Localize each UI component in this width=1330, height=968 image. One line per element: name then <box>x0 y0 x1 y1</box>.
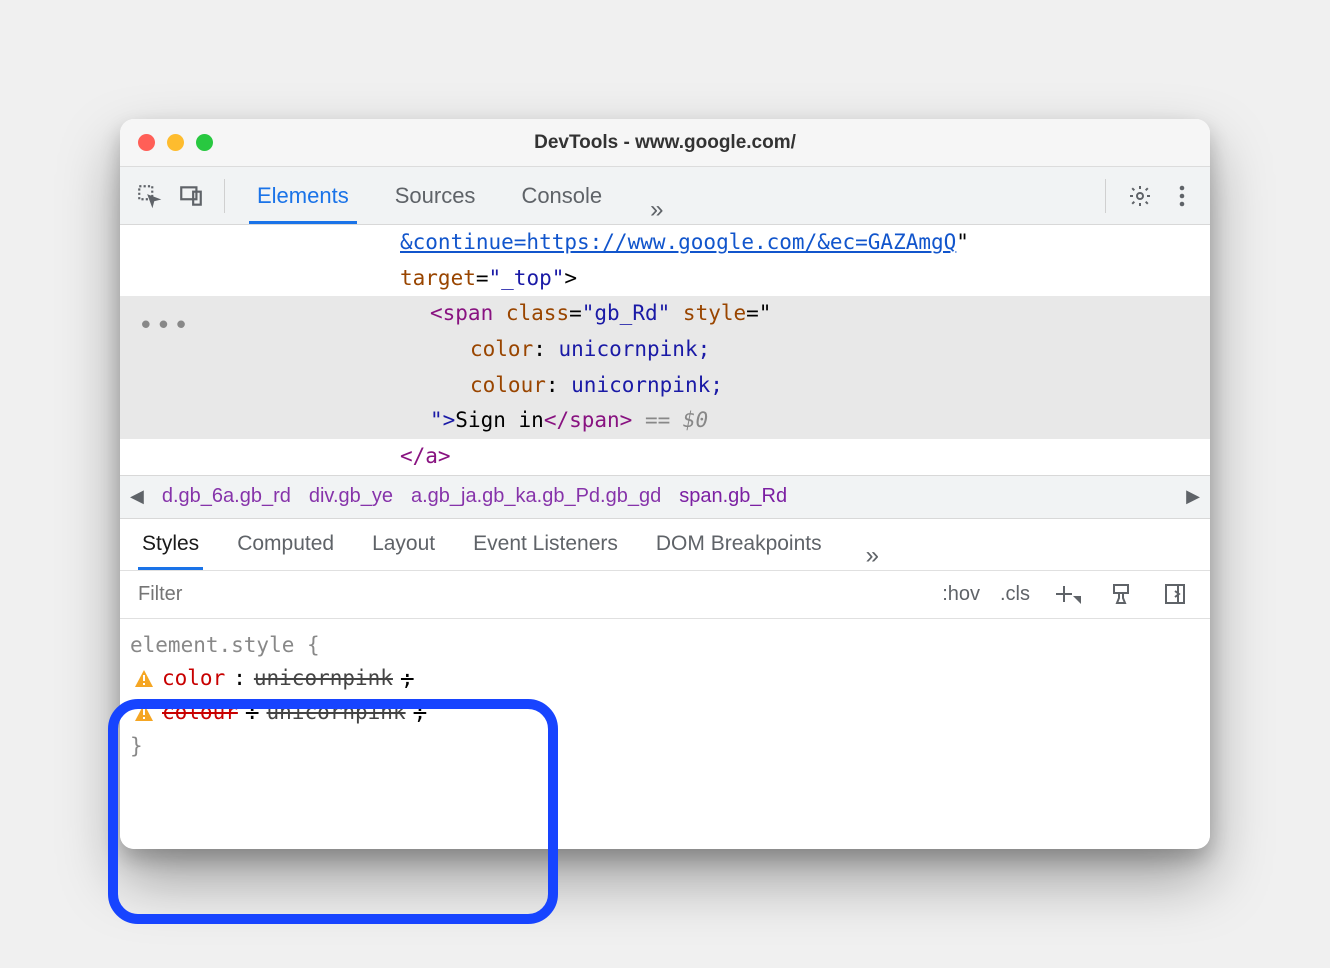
warning-icon <box>134 703 154 723</box>
filter-input[interactable] <box>138 583 298 606</box>
close-window-button[interactable] <box>138 134 155 151</box>
style-selector[interactable]: element.style { <box>130 629 1200 663</box>
more-tabs-icon[interactable]: » <box>650 196 659 224</box>
breadcrumb-right-arrow-icon[interactable]: ▶ <box>1186 486 1200 507</box>
style-close: "> <box>430 408 455 432</box>
kebab-menu-icon[interactable] <box>1168 182 1196 210</box>
style-row-1[interactable]: colour: unicornpink; <box>130 696 1200 730</box>
breadcrumb-item-2[interactable]: a.gb_ja.gb_ka.gb_Pd.gb_gd <box>411 485 661 508</box>
dom-line-url[interactable]: &continue=https://www.google.com/&ec=GAZ… <box>120 225 1210 261</box>
prop-val-0: unicornpink <box>254 662 393 696</box>
tab-elements[interactable]: Elements <box>249 167 357 224</box>
breadcrumb-item-1[interactable]: div.gb_ye <box>309 485 393 508</box>
attr-style-open: =" <box>746 301 771 325</box>
traffic-lights <box>138 134 213 151</box>
toolbar-divider <box>224 179 225 213</box>
tab-console[interactable]: Console <box>513 167 610 224</box>
window-titlebar: DevTools - www.google.com/ <box>120 119 1210 167</box>
style-val-2: unicornpink; <box>571 373 723 397</box>
prop-name-0: color <box>162 662 225 696</box>
style-prop-colour: colour <box>470 373 546 397</box>
styles-body[interactable]: element.style { color: unicornpink; colo… <box>120 619 1210 849</box>
attr-target: target <box>400 266 476 290</box>
dom-text-content: Sign in <box>455 408 544 432</box>
dom-span-text-close[interactable]: ">Sign in</span> == $0 <box>120 403 1210 439</box>
subtab-styles[interactable]: Styles <box>138 519 203 570</box>
tag-span-close: </span> <box>544 408 633 432</box>
dom-a-close[interactable]: </a> <box>120 439 1210 475</box>
devtools-window: DevTools - www.google.com/ Elements Sour… <box>120 119 1210 849</box>
new-style-rule-icon[interactable] <box>1050 577 1084 611</box>
settings-gear-icon[interactable] <box>1126 182 1154 210</box>
window-title: DevTools - www.google.com/ <box>120 132 1210 154</box>
attr-class: class <box>506 301 569 325</box>
style-row-0[interactable]: color: unicornpink; <box>130 662 1200 696</box>
inspect-element-icon[interactable] <box>134 181 164 211</box>
style-prop-color: color <box>470 337 533 361</box>
subtab-dom-breakpoints[interactable]: DOM Breakpoints <box>652 519 826 570</box>
dom-breadcrumb: ◀ d.gb_6a.gb_rd div.gb_ye a.gb_ja.gb_ka.… <box>120 475 1210 519</box>
breadcrumb-item-3[interactable]: span.gb_Rd <box>679 485 787 508</box>
dom-selected-group[interactable]: <span class="gb_Rd" style=" color: unico… <box>120 296 1210 439</box>
cls-toggle[interactable]: .cls <box>1000 583 1030 606</box>
maximize-window-button[interactable] <box>196 134 213 151</box>
tab-sources[interactable]: Sources <box>387 167 484 224</box>
prop-name-1: colour <box>162 696 238 730</box>
dom-url-fragment: &continue=https://www.google.com/&ec=GAZ… <box>400 230 956 254</box>
hov-toggle[interactable]: :hov <box>942 583 980 606</box>
filter-actions: :hov .cls <box>942 577 1192 611</box>
subtab-layout[interactable]: Layout <box>368 519 439 570</box>
eq-dollar-zero: == $0 <box>645 408 708 432</box>
style-close-brace: } <box>130 730 1200 764</box>
dom-line-target[interactable]: target="_top"> <box>120 261 1210 297</box>
subtab-event-listeners[interactable]: Event Listeners <box>469 519 622 570</box>
computed-sidebar-icon[interactable] <box>1158 577 1192 611</box>
tag-span-open: <span <box>430 301 493 325</box>
attr-target-val: "_top" <box>489 266 565 290</box>
dom-url-quote: " <box>956 230 969 254</box>
dom-tree-panel[interactable]: &continue=https://www.google.com/&ec=GAZ… <box>120 225 1210 475</box>
breadcrumb-item-0[interactable]: d.gb_6a.gb_rd <box>162 485 291 508</box>
tag-a-close: </a> <box>400 444 451 468</box>
paint-brush-icon[interactable] <box>1104 577 1138 611</box>
styles-subtabs: Styles Computed Layout Event Listeners D… <box>120 519 1210 571</box>
dom-style-line-2[interactable]: colour: unicornpink; <box>120 368 1210 404</box>
main-tabs: Elements Sources Console » <box>249 167 660 224</box>
subtab-computed[interactable]: Computed <box>233 519 338 570</box>
toolbar-right <box>1099 179 1196 213</box>
attr-style: style <box>683 301 746 325</box>
dom-span-open[interactable]: <span class="gb_Rd" style=" <box>120 296 1210 332</box>
prop-val-1: unicornpink <box>267 696 406 730</box>
toolbar-divider-right <box>1105 179 1106 213</box>
style-val-1: unicornpink; <box>559 337 711 361</box>
warning-icon <box>134 669 154 689</box>
device-toolbar-icon[interactable] <box>176 181 206 211</box>
main-toolbar: Elements Sources Console » <box>120 167 1210 225</box>
attr-class-val: "gb_Rd" <box>582 301 671 325</box>
more-subtabs-icon[interactable]: » <box>866 542 875 570</box>
dom-style-line-1[interactable]: color: unicornpink; <box>120 332 1210 368</box>
breadcrumb-left-arrow-icon[interactable]: ◀ <box>130 486 144 507</box>
styles-filterbar: :hov .cls <box>120 571 1210 619</box>
minimize-window-button[interactable] <box>167 134 184 151</box>
